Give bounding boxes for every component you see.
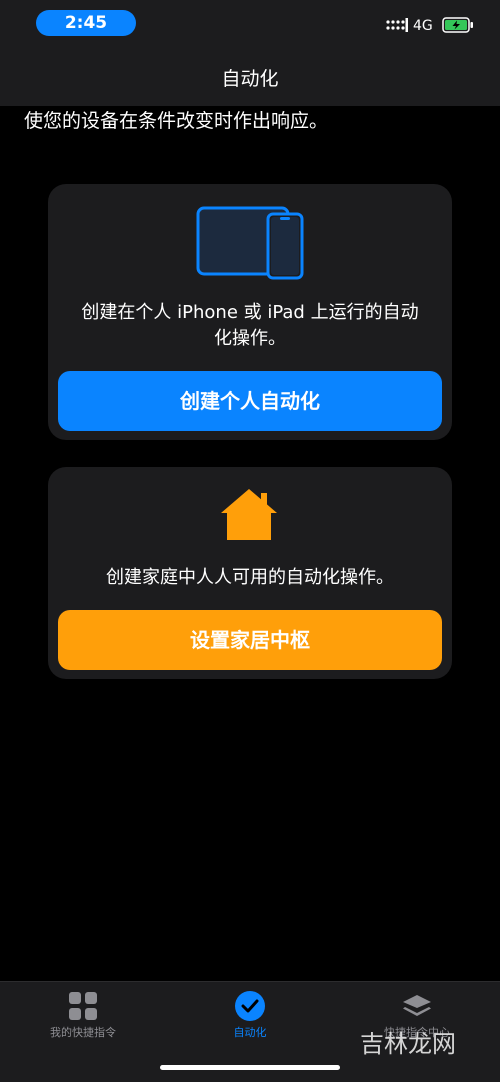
clock-check-icon bbox=[235, 991, 265, 1021]
iphone-ipad-icon bbox=[196, 206, 304, 280]
layers-icon bbox=[403, 995, 431, 1016]
personal-automation-description: 创建在个人 iPhone 或 iPad 上运行的自动 化操作。 bbox=[64, 300, 436, 352]
watermark: 吉林龙网 bbox=[360, 1030, 456, 1058]
tab-label-my-shortcuts: 我的快捷指令 bbox=[50, 1026, 116, 1039]
home-indicator[interactable] bbox=[160, 1065, 340, 1070]
personal-description-line-2: 化操作。 bbox=[214, 328, 286, 349]
signal-icon bbox=[386, 18, 408, 32]
home-icon bbox=[221, 489, 277, 540]
navigation-bar: 自动化 bbox=[0, 50, 500, 106]
create-personal-automation-button[interactable]: 创建个人自动化 bbox=[58, 371, 442, 431]
page-title: 自动化 bbox=[221, 68, 279, 90]
tab-label-automation: 自动化 bbox=[233, 1026, 267, 1039]
personal-description-line-1: 创建在个人 iPhone 或 iPad 上运行的自动 bbox=[81, 302, 419, 323]
personal-automation-card: 创建在个人 iPhone 或 iPad 上运行的自动 化操作。 创建个人自动化 bbox=[48, 184, 452, 440]
tab-automation[interactable]: 自动化 bbox=[167, 990, 333, 1050]
page-subtitle: 使您的设备在条件改变时作出响应。 bbox=[24, 110, 329, 132]
home-automation-card: 创建家庭中人人可用的自动化操作。 设置家居中枢 bbox=[48, 467, 452, 679]
home-automation-description: 创建家庭中人人可用的自动化操作。 bbox=[106, 567, 394, 588]
battery-charging-icon bbox=[442, 17, 473, 33]
tab-my-shortcuts[interactable]: 我的快捷指令 bbox=[0, 990, 166, 1050]
status-bar: 2:45 4G bbox=[0, 0, 500, 50]
grid-icon bbox=[69, 992, 97, 1020]
setup-home-hub-button[interactable]: 设置家居中枢 bbox=[58, 610, 442, 670]
network-type: 4G bbox=[413, 18, 433, 34]
status-time[interactable]: 2:45 bbox=[36, 10, 136, 36]
